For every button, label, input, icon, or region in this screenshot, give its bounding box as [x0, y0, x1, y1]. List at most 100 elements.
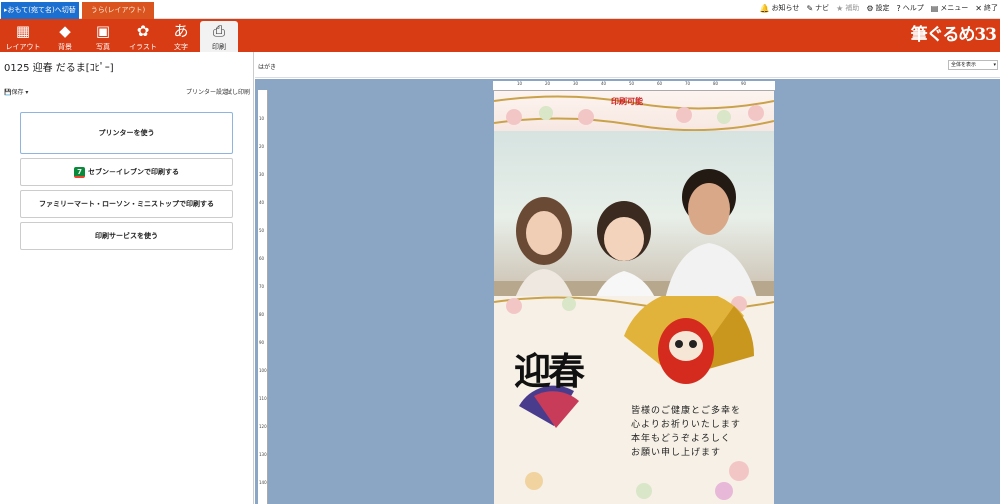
top-link-label: 設定 [875, 4, 890, 12]
top-bar: ▸おもて(宛て名)へ切替 うら(レイアウト) 🔔 お知らせ ✎ ナビ ★ 補助 ⚙ 設定 ? ヘル… [0, 0, 1000, 19]
top-link-label: お知らせ [771, 4, 800, 12]
printable-area-label: 印刷可能 [611, 97, 643, 106]
ruler-tick: 100 [259, 368, 267, 373]
chevron-down-icon[interactable]: ▾ [25, 89, 28, 96]
top-link-label: メニュー [940, 4, 969, 12]
menu-icon: ▤ [930, 3, 939, 13]
toolbar-label: 背景 [58, 43, 72, 51]
convenience-store-label: ファミリーマート・ローソン・ミニストップで印刷する [39, 200, 214, 208]
toolbar-label: イラスト [129, 43, 157, 51]
toolbar-print[interactable]: ⎙ 印刷 [200, 21, 238, 52]
ruler-tick: 10 [259, 116, 265, 121]
ruler-tick: 70 [685, 81, 691, 86]
greeting-line: 皆様のご健康とご多幸を [631, 406, 742, 416]
toolbar-label: 文字 [174, 43, 188, 51]
top-link-menu[interactable]: ▤ メニュー [931, 3, 969, 13]
top-links: 🔔 お知らせ ✎ ナビ ★ 補助 ⚙ 設定 ? ヘルプ ▤ メニュー ✕ 終了 [760, 3, 998, 13]
ruler-tick: 30 [573, 81, 579, 86]
card-greeting-area [494, 290, 774, 504]
top-link-close[interactable]: ✕ 終了 [975, 3, 998, 13]
greeting-title: 迎春 [514, 349, 585, 393]
ruler-tick: 70 [259, 284, 265, 289]
gear-icon: ⚙ [866, 3, 874, 13]
text-icon: あ [173, 22, 189, 40]
print-service-button[interactable]: 印刷サービスを使う [20, 222, 233, 250]
paper-size-label: はがき [258, 64, 277, 71]
ruler-tick: 60 [657, 81, 663, 86]
ruler-tick: 130 [259, 452, 267, 457]
top-link-navi[interactable]: ✎ ナビ [806, 3, 829, 13]
help-icon: ? [896, 3, 901, 13]
top-link-gear[interactable]: ⚙ 設定 [866, 3, 889, 13]
print-service-label: 印刷サービスを使う [95, 232, 158, 240]
greeting-message: 皆様のご健康とご多幸を 心よりお祈りいたします 本年もどうぞよろしく お願い申し… [631, 404, 741, 460]
seven-eleven-icon: 7 [74, 166, 85, 178]
ruler-tick: 50 [629, 81, 635, 86]
chevron-down-icon: ▾ [993, 62, 996, 68]
toolbar-label: 写真 [96, 43, 110, 51]
view-select[interactable]: 全体を表示 ▾ [948, 60, 998, 70]
toolbar-label: 印刷 [212, 43, 226, 51]
convenience-store-print-button[interactable]: ファミリーマート・ローソン・ミニストップで印刷する [20, 190, 233, 218]
top-link-label: 終了 [984, 4, 998, 12]
top-link-star[interactable]: ★ 補助 [836, 3, 859, 13]
photo-icon: ▣ [95, 22, 111, 40]
ruler-tick: 90 [741, 81, 747, 86]
ruler-tick: 80 [713, 81, 719, 86]
trial-print-link[interactable]: 試し印刷 [226, 87, 250, 96]
ruler-tick: 30 [259, 172, 265, 177]
close-icon: ✕ [975, 3, 982, 13]
document-title: 0125 迎春 だるま[ｺﾋﾟｰ] [4, 63, 114, 74]
top-link-help[interactable]: ? ヘルプ [896, 3, 923, 13]
illust-icon: ✿ [136, 22, 150, 40]
save-button[interactable]: 💾保存 ▾ [4, 87, 28, 96]
top-link-label: 補助 [845, 4, 860, 12]
postcard-preview[interactable]: 印刷可能 迎春 皆様のご健康とご多幸を 心よりお祈りいたします 本年もどうぞよろ… [494, 91, 774, 504]
brand-logo: 筆ぐるめ33 [910, 25, 997, 45]
main-toolbar: ▦ レイアウト ◆ 背景 ▣ 写真 ✿ イラストあ文字 ⎙ 印刷 筆ぐるめ33 [0, 19, 1000, 52]
ruler-tick: 120 [259, 424, 267, 429]
toolbar-photo[interactable]: ▣ 写真 [84, 21, 122, 52]
ruler-tick: 40 [259, 200, 265, 205]
card-top-ornament: 印刷可能 [494, 91, 774, 132]
ruler-tick: 10 [517, 81, 523, 86]
print-subbar: 💾保存 ▾ プリンター設定 試し印刷 [0, 82, 254, 98]
ruler-tick: 90 [259, 340, 265, 345]
ruler-tick: 50 [259, 228, 265, 233]
printer-settings-link[interactable]: プリンター設定 [186, 87, 228, 96]
ruler-tick: 40 [601, 81, 607, 86]
seven-eleven-label: セブン－イレブンで印刷する [88, 168, 179, 176]
toolbar-illust[interactable]: ✿ イラスト [124, 21, 162, 52]
save-label: 保存 [11, 89, 24, 96]
use-printer-button[interactable]: プリンターを使う [20, 112, 233, 154]
print-panel: 0125 迎春 だるま[ｺﾋﾟｰ] 💾保存 ▾ プリンター設定 試し印刷 プリン… [0, 52, 254, 504]
vertical-ruler: 10 20 30 40 50 60 70 80 90 100 110 120 130 140 [258, 90, 268, 504]
star-icon: ★ [836, 3, 844, 13]
seven-eleven-print-button[interactable]: 7 セブン－イレブンで印刷する [20, 158, 233, 186]
top-link-notice[interactable]: 🔔 お知らせ [760, 3, 800, 13]
ruler-tick: 20 [259, 144, 265, 149]
ruler-tick: 80 [259, 312, 265, 317]
greeting-line: 心よりお祈りいたします [631, 420, 741, 430]
notice-icon: 🔔 [759, 3, 770, 13]
background-icon: ◆ [59, 22, 71, 40]
greeting-line: 本年もどうぞよろしく [631, 434, 731, 444]
horizontal-ruler: 10 20 30 40 50 60 70 80 90 [493, 81, 775, 91]
toolbar-label: レイアウト [5, 43, 41, 51]
tab-back-side[interactable]: うら(レイアウト) [82, 2, 154, 19]
top-link-label: ナビ [815, 4, 830, 12]
tab-front-side[interactable]: ▸おもて(宛て名)へ切替 [1, 2, 79, 19]
navi-icon: ✎ [806, 3, 814, 13]
use-printer-label: プリンターを使う [98, 129, 155, 137]
toolbar-background[interactable]: ◆ 背景 [46, 21, 84, 52]
new-year-decoration [494, 290, 774, 500]
canvas-header: はがき 全体を表示 ▾ [255, 52, 1000, 78]
ruler-tick: 20 [545, 81, 551, 86]
toolbar-layout[interactable]: ▦ レイアウト [4, 21, 42, 52]
layout-icon: ▦ [15, 22, 31, 40]
ruler-tick: 60 [259, 256, 265, 261]
view-select-value: 全体を表示 [951, 62, 977, 68]
ruler-tick: 110 [259, 396, 267, 401]
print-icon: ⎙ [212, 22, 225, 40]
toolbar-text[interactable]: あ文字 [162, 21, 200, 52]
